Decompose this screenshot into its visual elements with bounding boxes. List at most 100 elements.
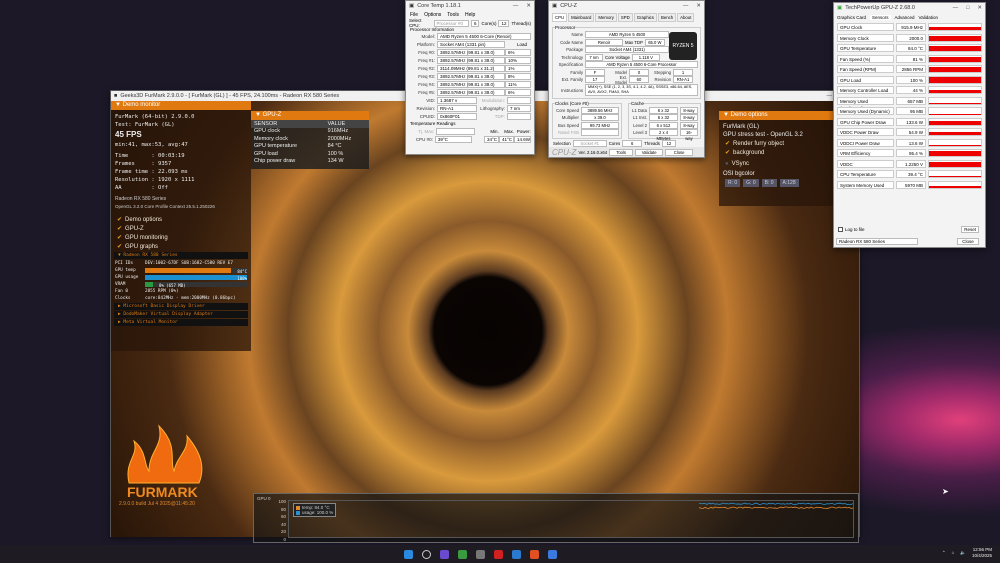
sensor-value: 100 %: [325, 150, 369, 158]
tab-about[interactable]: About: [677, 13, 694, 22]
clocks-value: core:842MHz - mem:2000MHz (0.86bpc): [145, 295, 236, 302]
device-select[interactable]: Radeon RX 580 Series: [836, 238, 918, 245]
sensor-name-dropdown[interactable]: System Memory Used: [837, 181, 894, 189]
tools-button[interactable]: Tools: [609, 149, 633, 156]
reset-button[interactable]: Reset: [961, 226, 979, 233]
title-bar[interactable]: ▣ CPU-Z — ✕: [549, 1, 704, 11]
sensor-name-dropdown[interactable]: VDDC Power Draw: [837, 128, 894, 136]
sensor-name-dropdown[interactable]: Memory Controller Load: [837, 86, 894, 94]
title-bar[interactable]: ▣ Core Temp 1.18.1 — ✕: [406, 1, 534, 11]
tab-graphics-card[interactable]: Graphics Card: [837, 15, 866, 20]
app-gpuz-icon[interactable]: [476, 550, 485, 559]
menu-help[interactable]: Help: [465, 12, 475, 18]
furmark-icon[interactable]: [530, 550, 539, 559]
checkbox-gpu-graphs[interactable]: ✔ GPU graphs: [111, 242, 251, 251]
checkbox-gpu-z[interactable]: ✔ GPU-Z: [111, 224, 251, 233]
panel-header[interactable]: ▼ GPU-Z: [251, 111, 369, 120]
osi-color-field[interactable]: A:128: [780, 179, 799, 187]
adapter-group-header[interactable]: ▶ DodoMaker Virtual Display Adapter: [114, 311, 248, 318]
checkbox-gpu-monitoring[interactable]: ✔ GPU monitoring: [111, 233, 251, 242]
clock[interactable]: 12:56 PM 10/4/2025: [972, 547, 992, 559]
aida64-icon[interactable]: [494, 550, 503, 559]
app-purple-icon[interactable]: [440, 550, 449, 559]
sensor-name-dropdown[interactable]: Memory Used (Dynamic): [837, 107, 894, 115]
title-bar[interactable]: ▣ TechPowerUp GPU-Z 2.68.0 — □ ✕: [834, 3, 985, 13]
window-title: TechPowerUp GPU-Z 2.68.0: [845, 5, 915, 11]
sensor-value: 2856 RPM: [896, 65, 926, 73]
adapter-group-header[interactable]: ▶ Microsoft Basic Display Driver: [114, 303, 248, 310]
sensor-name-dropdown[interactable]: Fan Speed (RPM): [837, 65, 894, 73]
sensor-name-dropdown[interactable]: VDDCI Power Draw: [837, 139, 894, 147]
freq-label: Freq #1:: [409, 58, 435, 63]
tab-sensors[interactable]: Sensors: [870, 15, 891, 20]
sensor-name-dropdown[interactable]: CPU Temperature: [837, 170, 894, 178]
sensor-name-dropdown[interactable]: GPU Temperature: [837, 44, 894, 52]
app-icon: ▣: [837, 5, 842, 11]
minimize-button[interactable]: —: [683, 3, 689, 9]
app-green-icon[interactable]: [458, 550, 467, 559]
sensor-graph-fill: [929, 162, 981, 167]
sensor-graph-fill: [929, 27, 981, 30]
osi-color-field[interactable]: B: 0: [762, 179, 777, 187]
app-window-icon[interactable]: [548, 550, 557, 559]
socket-select[interactable]: Socket #1: [573, 140, 607, 147]
tab-validation[interactable]: Validation: [919, 15, 938, 20]
tab-bench[interactable]: Bench: [658, 13, 676, 22]
tab-cpu[interactable]: CPU: [552, 13, 567, 22]
maximize-button[interactable]: □: [966, 5, 969, 11]
close-dialog-button[interactable]: Close: [957, 238, 979, 245]
log-to-file-checkbox[interactable]: Log to file: [838, 227, 865, 232]
close-dialog-button[interactable]: Close: [665, 149, 693, 156]
sensor-name-dropdown[interactable]: Memory Clock: [837, 34, 894, 42]
tab-graphics[interactable]: Graphics: [634, 13, 657, 22]
chevron-up-icon[interactable]: ⌃: [942, 550, 946, 556]
graph-plot: [289, 501, 857, 539]
sensor-name-dropdown[interactable]: Fan Speed (%): [837, 55, 894, 63]
minimize-button[interactable]: —: [953, 5, 959, 11]
platform-value: Socket AM4 (1331 pin): [437, 41, 505, 48]
menu-tools[interactable]: Tools: [447, 12, 459, 18]
tab-mainboard[interactable]: Mainboard: [568, 13, 594, 22]
sensor-value: 54.9 W: [896, 128, 926, 136]
osi-color-field[interactable]: G: 0: [743, 179, 758, 187]
sensor-name-dropdown[interactable]: Memory Used (Dedicated): [837, 97, 894, 105]
gpu-group-header[interactable]: ▼ Radeon RX 580 Series: [114, 252, 248, 259]
cpu-select[interactable]: Processor #0: [434, 20, 469, 27]
sensor-row: Memory Clock2000.0 MHz: [834, 33, 985, 44]
sensor-value: 915.9 MHz: [896, 23, 926, 31]
sensor-value: 84 °C: [325, 143, 369, 151]
tab-memory[interactable]: Memory: [595, 13, 617, 22]
stepping-label: Stepping: [651, 70, 671, 75]
minimize-button[interactable]: —: [513, 3, 519, 9]
sensor-row: Chip power draw 134 W: [251, 158, 369, 166]
minimize-button[interactable]: —: [827, 93, 833, 99]
tab-spd[interactable]: SPD: [618, 13, 633, 22]
sensor-name-dropdown[interactable]: VDDC: [837, 160, 894, 168]
sensor-name-dropdown[interactable]: GPU Chip Power Draw: [837, 118, 894, 126]
network-icon[interactable]: ⌂: [952, 550, 955, 556]
gpu-usage-bar: 100%: [145, 275, 247, 280]
close-button[interactable]: ✕: [526, 3, 531, 9]
search-icon[interactable]: [422, 550, 431, 559]
revision-value: RN-A1: [673, 76, 693, 83]
checkbox-demo-options[interactable]: ✔ Demo options: [111, 215, 251, 224]
close-button[interactable]: ✕: [696, 3, 701, 9]
sensor-name-dropdown[interactable]: VRM Efficiency: [837, 149, 894, 157]
app-blue-icon[interactable]: [512, 550, 521, 559]
close-button[interactable]: ✕: [977, 5, 982, 11]
osi-color-field[interactable]: R: 0: [725, 179, 740, 187]
sensor-name-dropdown[interactable]: GPU Load: [837, 76, 894, 84]
sensor-value: 5970 MB: [896, 181, 926, 189]
tab-advanced[interactable]: Advanced: [895, 15, 915, 20]
lithography-value: 7 nm: [507, 105, 531, 112]
modulation-label: Modulation:: [477, 98, 505, 103]
panel-header[interactable]: ▼ Demo monitor: [111, 101, 251, 110]
checkbox[interactable]: [838, 227, 843, 232]
monitor-stat-line: Time : 00:03:19: [115, 152, 247, 160]
adapter-group-header[interactable]: ▶ Meta Virtual Monitor: [114, 319, 248, 326]
start-icon[interactable]: [404, 550, 413, 559]
sensor-name-dropdown[interactable]: GPU Clock: [837, 23, 894, 31]
model-value: AMD Ryzen 5 4500 6-Core (Renoir): [437, 33, 531, 40]
volume-icon[interactable]: 🔈: [960, 550, 966, 556]
validate-button[interactable]: Validate: [635, 149, 663, 156]
